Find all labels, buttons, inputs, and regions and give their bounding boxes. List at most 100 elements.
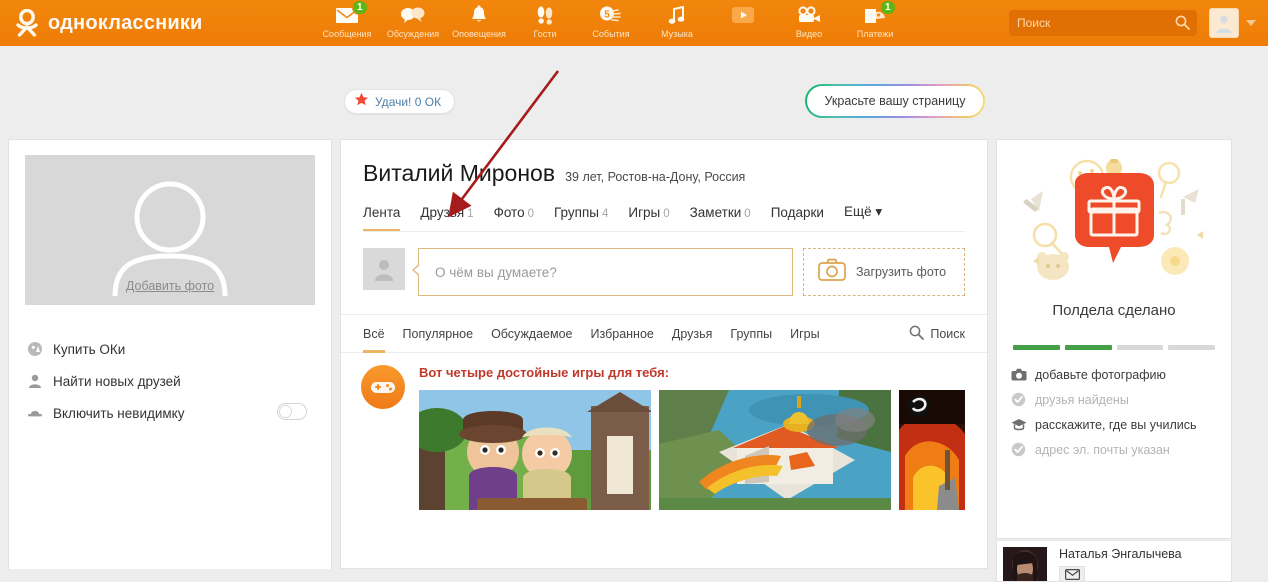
search-icon[interactable] (1175, 15, 1190, 35)
nav-label-guests: Гости (533, 29, 557, 39)
video-camera-icon (796, 4, 822, 26)
gamepad-icon[interactable] (361, 365, 405, 409)
tab-zametki[interactable]: Заметки 0 (690, 205, 751, 232)
nav-item-payments[interactable]: Платежи 1 (842, 0, 908, 46)
tab-label-zametki: Заметки (689, 205, 742, 220)
nav-item-notifications[interactable]: Оповещения (446, 0, 512, 46)
left-sidebar: Добавить фото Купить ОКи Найти новых дру… (8, 139, 332, 569)
tab-label-more: Ещё ▾ (843, 204, 883, 219)
progress-segment-1 (1013, 345, 1060, 350)
profile-meta: 39 лет, Ростов-на-Дону, Россия (565, 170, 746, 184)
checklist-label-friends-found: друзья найдены (1035, 392, 1129, 407)
sidebar-label-find-friends: Найти новых друзей (53, 373, 181, 389)
feed-filter-groups[interactable]: Группы (730, 315, 772, 353)
odnoklassniki-logo-icon (14, 8, 40, 37)
nav-label-music: Музыка (661, 29, 693, 39)
luck-ok-label: Удачи! 0 ОК (375, 94, 442, 109)
tabs-divider (363, 231, 965, 232)
coin-icon (27, 341, 53, 357)
chat-bubbles-icon (400, 4, 426, 26)
tab-foto[interactable]: Фото 0 (494, 205, 534, 232)
feed-post-body: Вот четыре достойные игры для тебя: (419, 365, 965, 510)
nav-label-events: События (592, 29, 630, 39)
checklist-item-add-photo[interactable]: добавьте фотографию (1011, 362, 1217, 387)
nav-item-discussions[interactable]: Обсуждения (380, 0, 446, 46)
game-thumb-city-war[interactable] (659, 390, 891, 510)
nav-badge-messages: 1 (352, 0, 368, 15)
feed-filter-label-groups: Группы (730, 326, 773, 341)
sidebar-item-find-friends[interactable]: Найти новых друзей (27, 365, 313, 397)
tab-lenta[interactable]: Лента (363, 205, 401, 232)
feed-filter-friends[interactable]: Друзья (672, 315, 713, 353)
tab-count-zametki: 0 (744, 208, 751, 220)
nav-item-events[interactable]: 5 События (578, 0, 644, 46)
tab-label-podarki: Подарки (770, 205, 824, 220)
tab-label-igry: Игры (628, 205, 661, 220)
footprints-icon (534, 4, 556, 26)
tab-gruppy[interactable]: Группы 4 (554, 205, 608, 232)
feed-search-button[interactable]: Поиск (909, 325, 965, 343)
feed-search-label: Поиск (930, 326, 965, 341)
send-message-button[interactable] (1059, 566, 1085, 581)
sidebar-item-invisible-mode[interactable]: Включить невидимку (27, 397, 313, 429)
brand-logo-link[interactable]: одноклассники (14, 0, 314, 46)
nav-label-discussions: Обсуждения (386, 29, 440, 39)
nav-item-guests[interactable]: Гости (512, 0, 578, 46)
feed-filter-discussed[interactable]: Обсуждаемое (491, 315, 572, 353)
tab-druzya[interactable]: Друзья 1 (420, 205, 473, 232)
tab-igry[interactable]: Игры 0 (628, 205, 669, 232)
feed-post-title: Вот четыре достойные игры для тебя: (419, 365, 669, 380)
upload-photo-label: Загрузить фото (856, 265, 947, 279)
nav-item-music[interactable]: Музыка (644, 0, 710, 46)
tab-count-druzya: 1 (467, 208, 474, 220)
friend-name: Наталья Энгалычева (1059, 547, 1182, 561)
sidebar-item-buy-oki[interactable]: Купить ОКи (27, 333, 313, 365)
page-title: Виталий Миронов (363, 160, 556, 186)
add-photo-link[interactable]: Добавить фото (25, 279, 315, 293)
music-note-icon (668, 4, 686, 26)
user-avatar-icon[interactable] (1209, 8, 1239, 38)
nav-badge-payments: 1 (880, 0, 896, 15)
nav-label-notifications: Оповещения (452, 29, 506, 39)
center-column: Виталий Миронов 39 лет, Ростов-на-Дону, … (340, 139, 988, 569)
checklist-item-education[interactable]: расскажите, где вы учились (1011, 412, 1217, 437)
completion-checklist: добавьте фотографию друзья найдены расск… (1011, 362, 1217, 462)
gift-bubble-icon (997, 140, 1231, 308)
invisible-mode-toggle[interactable] (277, 403, 307, 420)
feed-filter-label-friends: Друзья (671, 326, 713, 341)
status-input[interactable]: О чём вы думаете? (412, 248, 793, 296)
nav-item-messages[interactable]: Сообщения 1 (314, 0, 380, 46)
profile-avatar-placeholder[interactable]: Добавить фото (25, 155, 315, 305)
feed-filter-label-popular: Популярное (402, 326, 474, 341)
topbar-right-area: Поиск (1009, 8, 1256, 38)
nav-items: Сообщения 1 Обсуждения Оповещения Гости … (314, 0, 908, 46)
chevron-down-icon[interactable] (1246, 20, 1256, 26)
toggle-knob (279, 405, 292, 418)
tab-label-lenta: Лента (363, 205, 401, 220)
feed-filter-all[interactable]: Всё (363, 315, 385, 353)
search-input[interactable]: Поиск (1009, 10, 1197, 36)
nav-item-video[interactable]: Видео (776, 0, 842, 46)
game-thumb-farm-adventure[interactable] (419, 390, 651, 510)
nav-item-play[interactable] (710, 0, 776, 46)
sidebar-label-buy-oki: Купить ОКи (53, 341, 126, 357)
avatar[interactable] (1003, 547, 1047, 581)
upload-photo-button[interactable]: Загрузить фото (803, 248, 965, 296)
feed-filter-label-discussed: Обсуждаемое (491, 326, 573, 341)
luck-ok-button[interactable]: Удачи! 0 ОК (344, 89, 456, 114)
progress-segment-2 (1064, 345, 1112, 350)
tab-podarki[interactable]: Подарки (771, 205, 824, 232)
completion-progress-bar (1013, 345, 1215, 350)
profile-name-row: Виталий Миронов 39 лет, Ростов-на-Дону, … (363, 160, 965, 187)
decorate-page-button[interactable]: Украсьте вашу страницу (805, 84, 985, 118)
invisible-hat-icon (27, 405, 53, 421)
feed-filter-popular[interactable]: Популярное (403, 315, 474, 353)
decorate-page-label-wrap: Украсьте вашу страницу (807, 86, 983, 116)
profile-tabs: Лента Друзья 1 Фото 0 Группы 4 Игры 0 Заметк… (363, 204, 965, 232)
feed-filter-games[interactable]: Игры (790, 315, 819, 353)
tab-more[interactable]: Ещё ▾ (844, 204, 882, 232)
game-thumb-fire-warrior[interactable] (899, 390, 965, 510)
checklist-item-friends-found: друзья найдены (1011, 387, 1217, 412)
checklist-label-education: расскажите, где вы учились (1035, 417, 1197, 432)
feed-filter-favorites[interactable]: Избранное (591, 315, 654, 353)
